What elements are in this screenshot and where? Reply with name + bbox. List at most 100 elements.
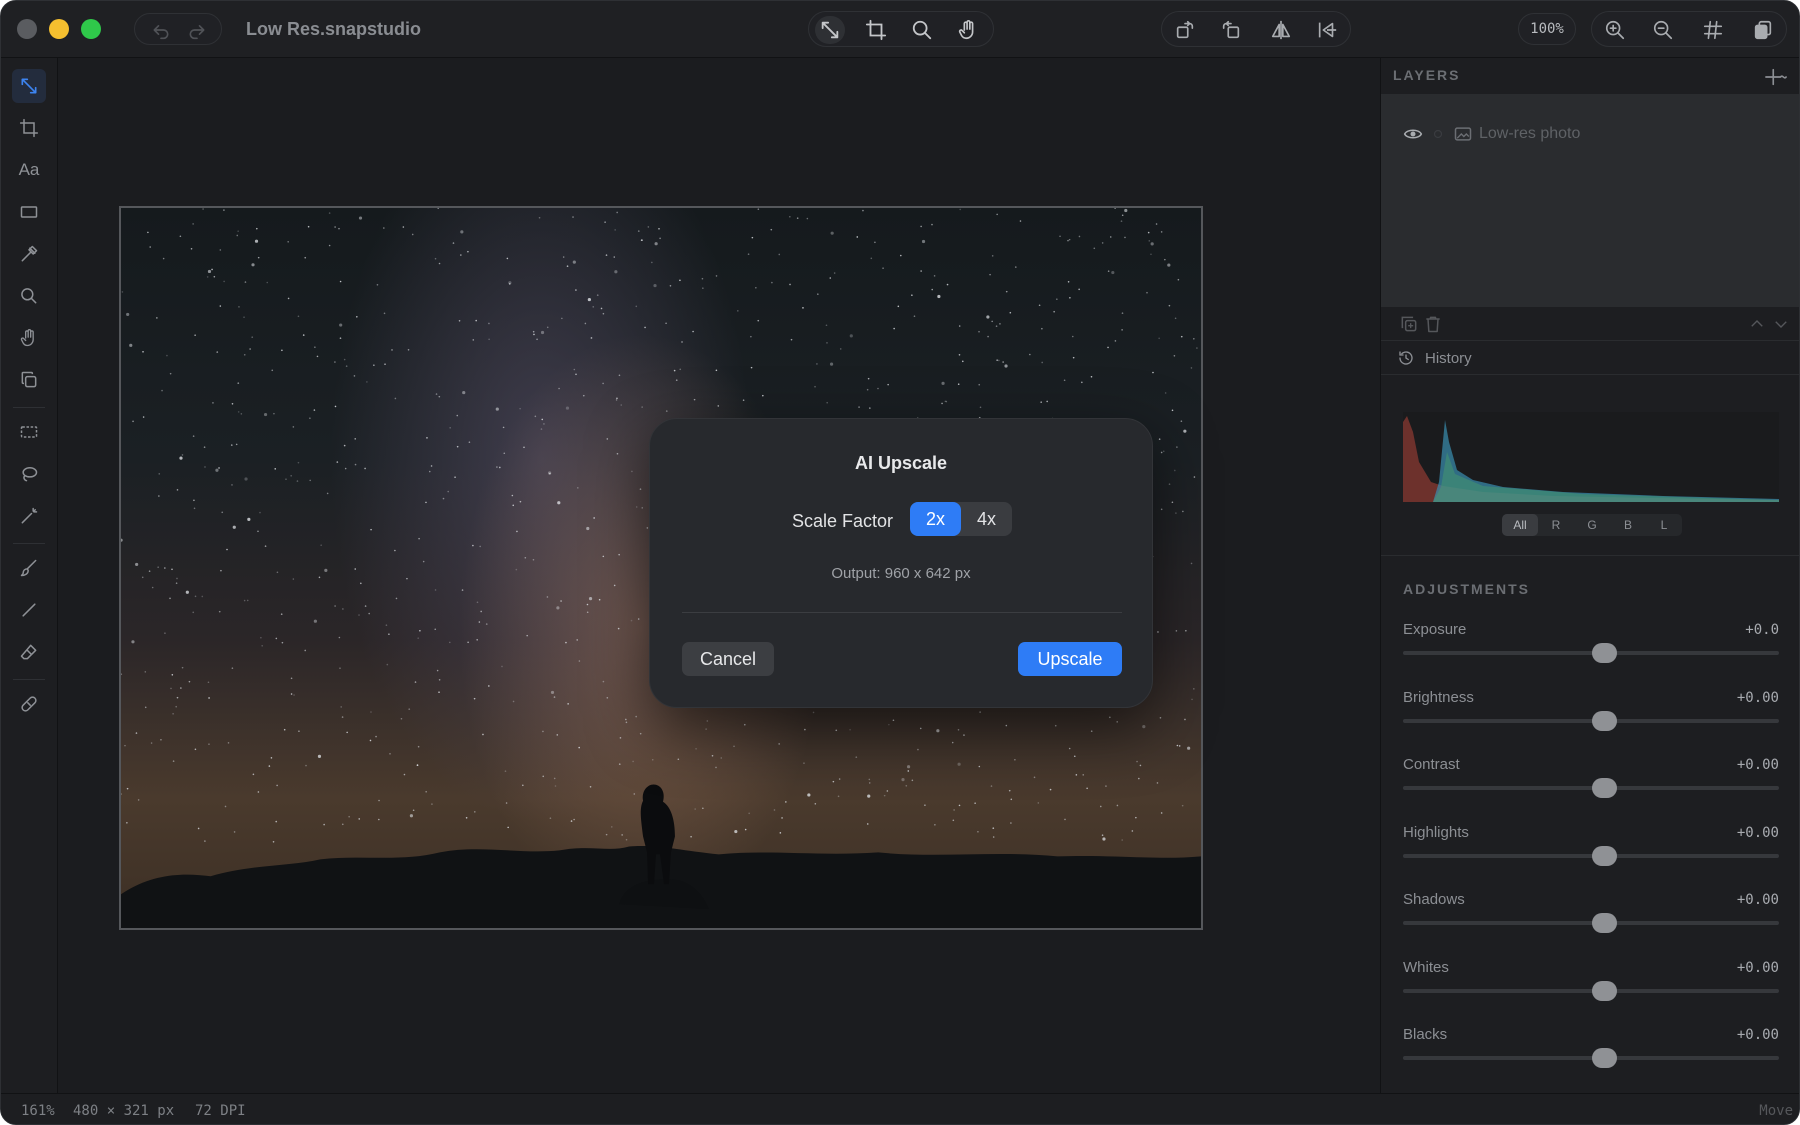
line-icon xyxy=(22,603,36,617)
move-icon xyxy=(821,21,839,39)
flip-horizontal-button[interactable] xyxy=(1266,16,1296,44)
add-icon xyxy=(1765,68,1787,86)
magic-wand-tool[interactable] xyxy=(12,499,46,533)
adjustments-header: ADJUSTMENTS xyxy=(1403,581,1531,597)
zoom-tool[interactable] xyxy=(12,279,46,313)
layers-header: LAYERS xyxy=(1393,67,1461,83)
duplicate-layer-icon[interactable] xyxy=(1399,314,1419,334)
highlights-value[interactable]: +0.00 xyxy=(1737,825,1779,841)
dialog-title: AI Upscale xyxy=(854,453,948,473)
toolbar-divider xyxy=(13,543,45,544)
shadows-slider-thumb[interactable] xyxy=(1591,913,1617,933)
undo-button[interactable] xyxy=(149,18,173,42)
zoom-in-icon xyxy=(1605,20,1625,40)
channel-tab-red[interactable]: R xyxy=(1538,514,1574,536)
histogram xyxy=(1403,412,1779,502)
clone-icon xyxy=(21,371,37,388)
grid-toggle-button[interactable] xyxy=(1698,16,1728,44)
text-tool[interactable]: Aa xyxy=(12,153,46,187)
channel-tab-luminance[interactable]: L xyxy=(1646,514,1682,536)
lasso-tool[interactable] xyxy=(12,457,46,491)
zoom-in-button[interactable] xyxy=(1600,16,1630,44)
shadows-label: Shadows xyxy=(1403,891,1465,908)
main-tool-group xyxy=(808,11,994,47)
blacks-label: Blacks xyxy=(1403,1026,1448,1043)
layer-item[interactable]: Low-res photo xyxy=(1403,122,1580,146)
add-layer-button[interactable] xyxy=(1765,66,1787,88)
contrast-value[interactable]: +0.00 xyxy=(1737,757,1779,773)
rotate-right-button[interactable] xyxy=(1216,16,1246,44)
cancel-button[interactable]: Cancel xyxy=(682,642,774,676)
crop-icon xyxy=(19,118,39,138)
history-controls xyxy=(134,13,222,45)
blacks-slider-thumb[interactable] xyxy=(1591,1048,1617,1068)
channel-tab-blue[interactable]: B xyxy=(1610,514,1646,536)
adjustments-divider xyxy=(1381,555,1799,556)
eraser-icon xyxy=(20,644,37,660)
marquee-tool[interactable] xyxy=(12,415,46,449)
channel-tab-all[interactable]: All xyxy=(1502,514,1538,536)
move-tool-button[interactable] xyxy=(815,16,845,44)
app-window: Low Res.snapstudio 100% Aa AI Upscale Sc… xyxy=(0,0,1800,1125)
lock-icon[interactable] xyxy=(1431,127,1445,141)
chevron-up-icon[interactable] xyxy=(1748,315,1766,333)
crop-tool-button[interactable] xyxy=(861,16,891,44)
clone-tool[interactable] xyxy=(12,363,46,397)
history-section[interactable]: History xyxy=(1381,341,1799,375)
eyedropper-tool[interactable] xyxy=(12,237,46,271)
status-image-size: 480 × 321 px xyxy=(73,1103,175,1119)
eraser-tool[interactable] xyxy=(12,635,46,669)
zoom-level[interactable]: 100% xyxy=(1518,13,1576,45)
status-zoom: 161% xyxy=(21,1103,55,1119)
window-maximize-button[interactable] xyxy=(81,19,101,39)
history-label: History xyxy=(1425,350,1472,367)
chevron-down-icon[interactable] xyxy=(1772,315,1790,333)
document-title: Low Res.snapstudio xyxy=(246,19,422,39)
exposure-value[interactable]: +0.0 xyxy=(1745,622,1779,638)
window-minimize-button[interactable] xyxy=(49,19,69,39)
trash-icon[interactable] xyxy=(1423,314,1443,334)
rectangle-icon xyxy=(20,206,38,218)
whites-value[interactable]: +0.00 xyxy=(1737,960,1779,976)
status-active-tool: Move xyxy=(1759,1103,1793,1119)
move-tool[interactable] xyxy=(12,69,46,103)
scale-4x-option[interactable]: 4x xyxy=(961,502,1012,536)
brightness-value[interactable]: +0.00 xyxy=(1737,690,1779,706)
brightness-slider-thumb[interactable] xyxy=(1591,710,1617,731)
zoom-out-button[interactable] xyxy=(1648,16,1678,44)
hand-tool-button[interactable] xyxy=(953,16,983,44)
undo-icon xyxy=(153,25,169,40)
eye-icon[interactable] xyxy=(1403,124,1423,144)
scale-2x-option[interactable]: 2x xyxy=(910,502,961,536)
title-bar: Low Res.snapstudio 100% xyxy=(1,1,1799,58)
marquee-icon xyxy=(20,426,38,438)
brush-tool[interactable] xyxy=(12,551,46,585)
crop-tool[interactable] xyxy=(12,111,46,145)
contrast-slider-thumb[interactable] xyxy=(1591,778,1617,798)
hand-tool[interactable] xyxy=(12,321,46,355)
status-bar: 161% 480 × 321 px 72 DPI Move xyxy=(1,1093,1799,1124)
highlights-slider-thumb[interactable] xyxy=(1591,845,1617,866)
rotate-left-button[interactable] xyxy=(1170,16,1200,44)
search-icon xyxy=(21,288,37,304)
toolbar-divider xyxy=(13,407,45,408)
canvas-area[interactable]: AI Upscale Scale Factor 2x 4x Output: 96… xyxy=(59,58,1379,1093)
flip-vertical-button[interactable] xyxy=(1312,16,1342,44)
whites-slider-thumb[interactable] xyxy=(1591,980,1617,1001)
scale-factor-selector: 2x 4x xyxy=(910,502,1012,536)
zoom-tool-button[interactable] xyxy=(907,16,937,44)
upscale-button[interactable]: Upscale xyxy=(1018,642,1122,676)
rectangle-tool[interactable] xyxy=(12,195,46,229)
grid-icon xyxy=(1703,20,1723,40)
flip-vertical-icon xyxy=(1318,22,1337,38)
window-close-button[interactable] xyxy=(17,19,37,39)
blacks-value[interactable]: +0.00 xyxy=(1737,1027,1779,1043)
channel-tab-green[interactable]: G xyxy=(1574,514,1610,536)
healing-tool[interactable] xyxy=(12,687,46,721)
exposure-slider-thumb[interactable] xyxy=(1591,643,1617,663)
line-tool[interactable] xyxy=(12,593,46,627)
shadows-value[interactable]: +0.00 xyxy=(1737,892,1779,908)
search-icon xyxy=(912,20,932,40)
redo-button[interactable] xyxy=(185,18,209,42)
layers-panel-button[interactable] xyxy=(1748,16,1778,44)
